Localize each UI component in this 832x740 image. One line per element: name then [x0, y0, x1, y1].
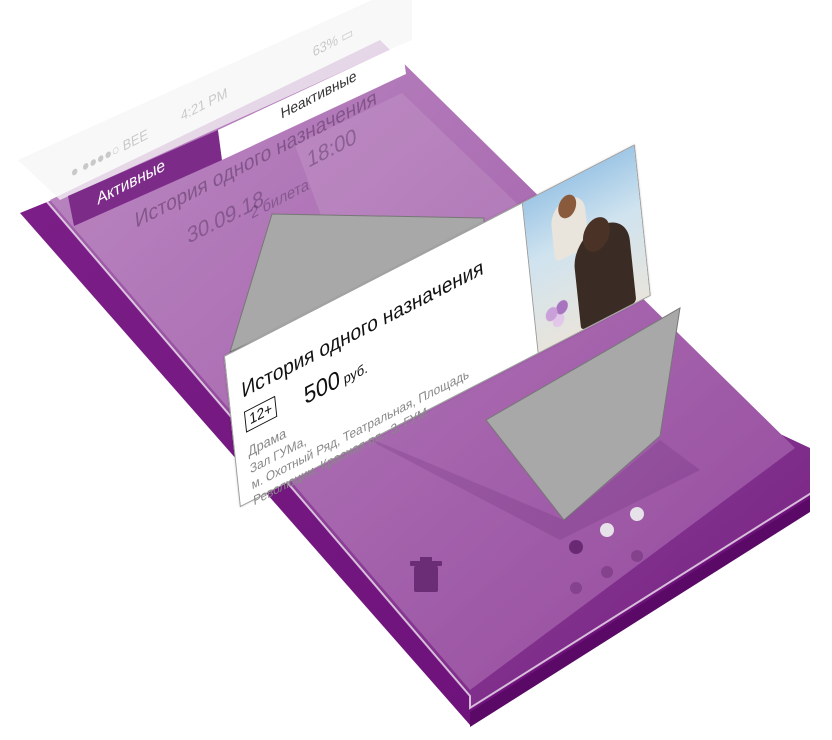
age-rating-badge: 12+ — [243, 395, 278, 433]
trash-icon — [410, 557, 442, 592]
photo-flowers — [541, 291, 575, 337]
pager-dot-3 — [630, 507, 644, 521]
phone-stack: ● ●●●●○ BEE 4:21 PM 63% ▭ Активные Неакт… — [0, 0, 832, 740]
pager-dot-2 — [600, 523, 614, 537]
pager-dot-1 — [569, 540, 583, 554]
phone-mockup-scene: ● ●●●●○ BEE 4:21 PM 63% ▭ Активные Неакт… — [0, 0, 832, 740]
price-value: 500 — [302, 365, 342, 411]
price-currency: руб. — [342, 359, 369, 388]
